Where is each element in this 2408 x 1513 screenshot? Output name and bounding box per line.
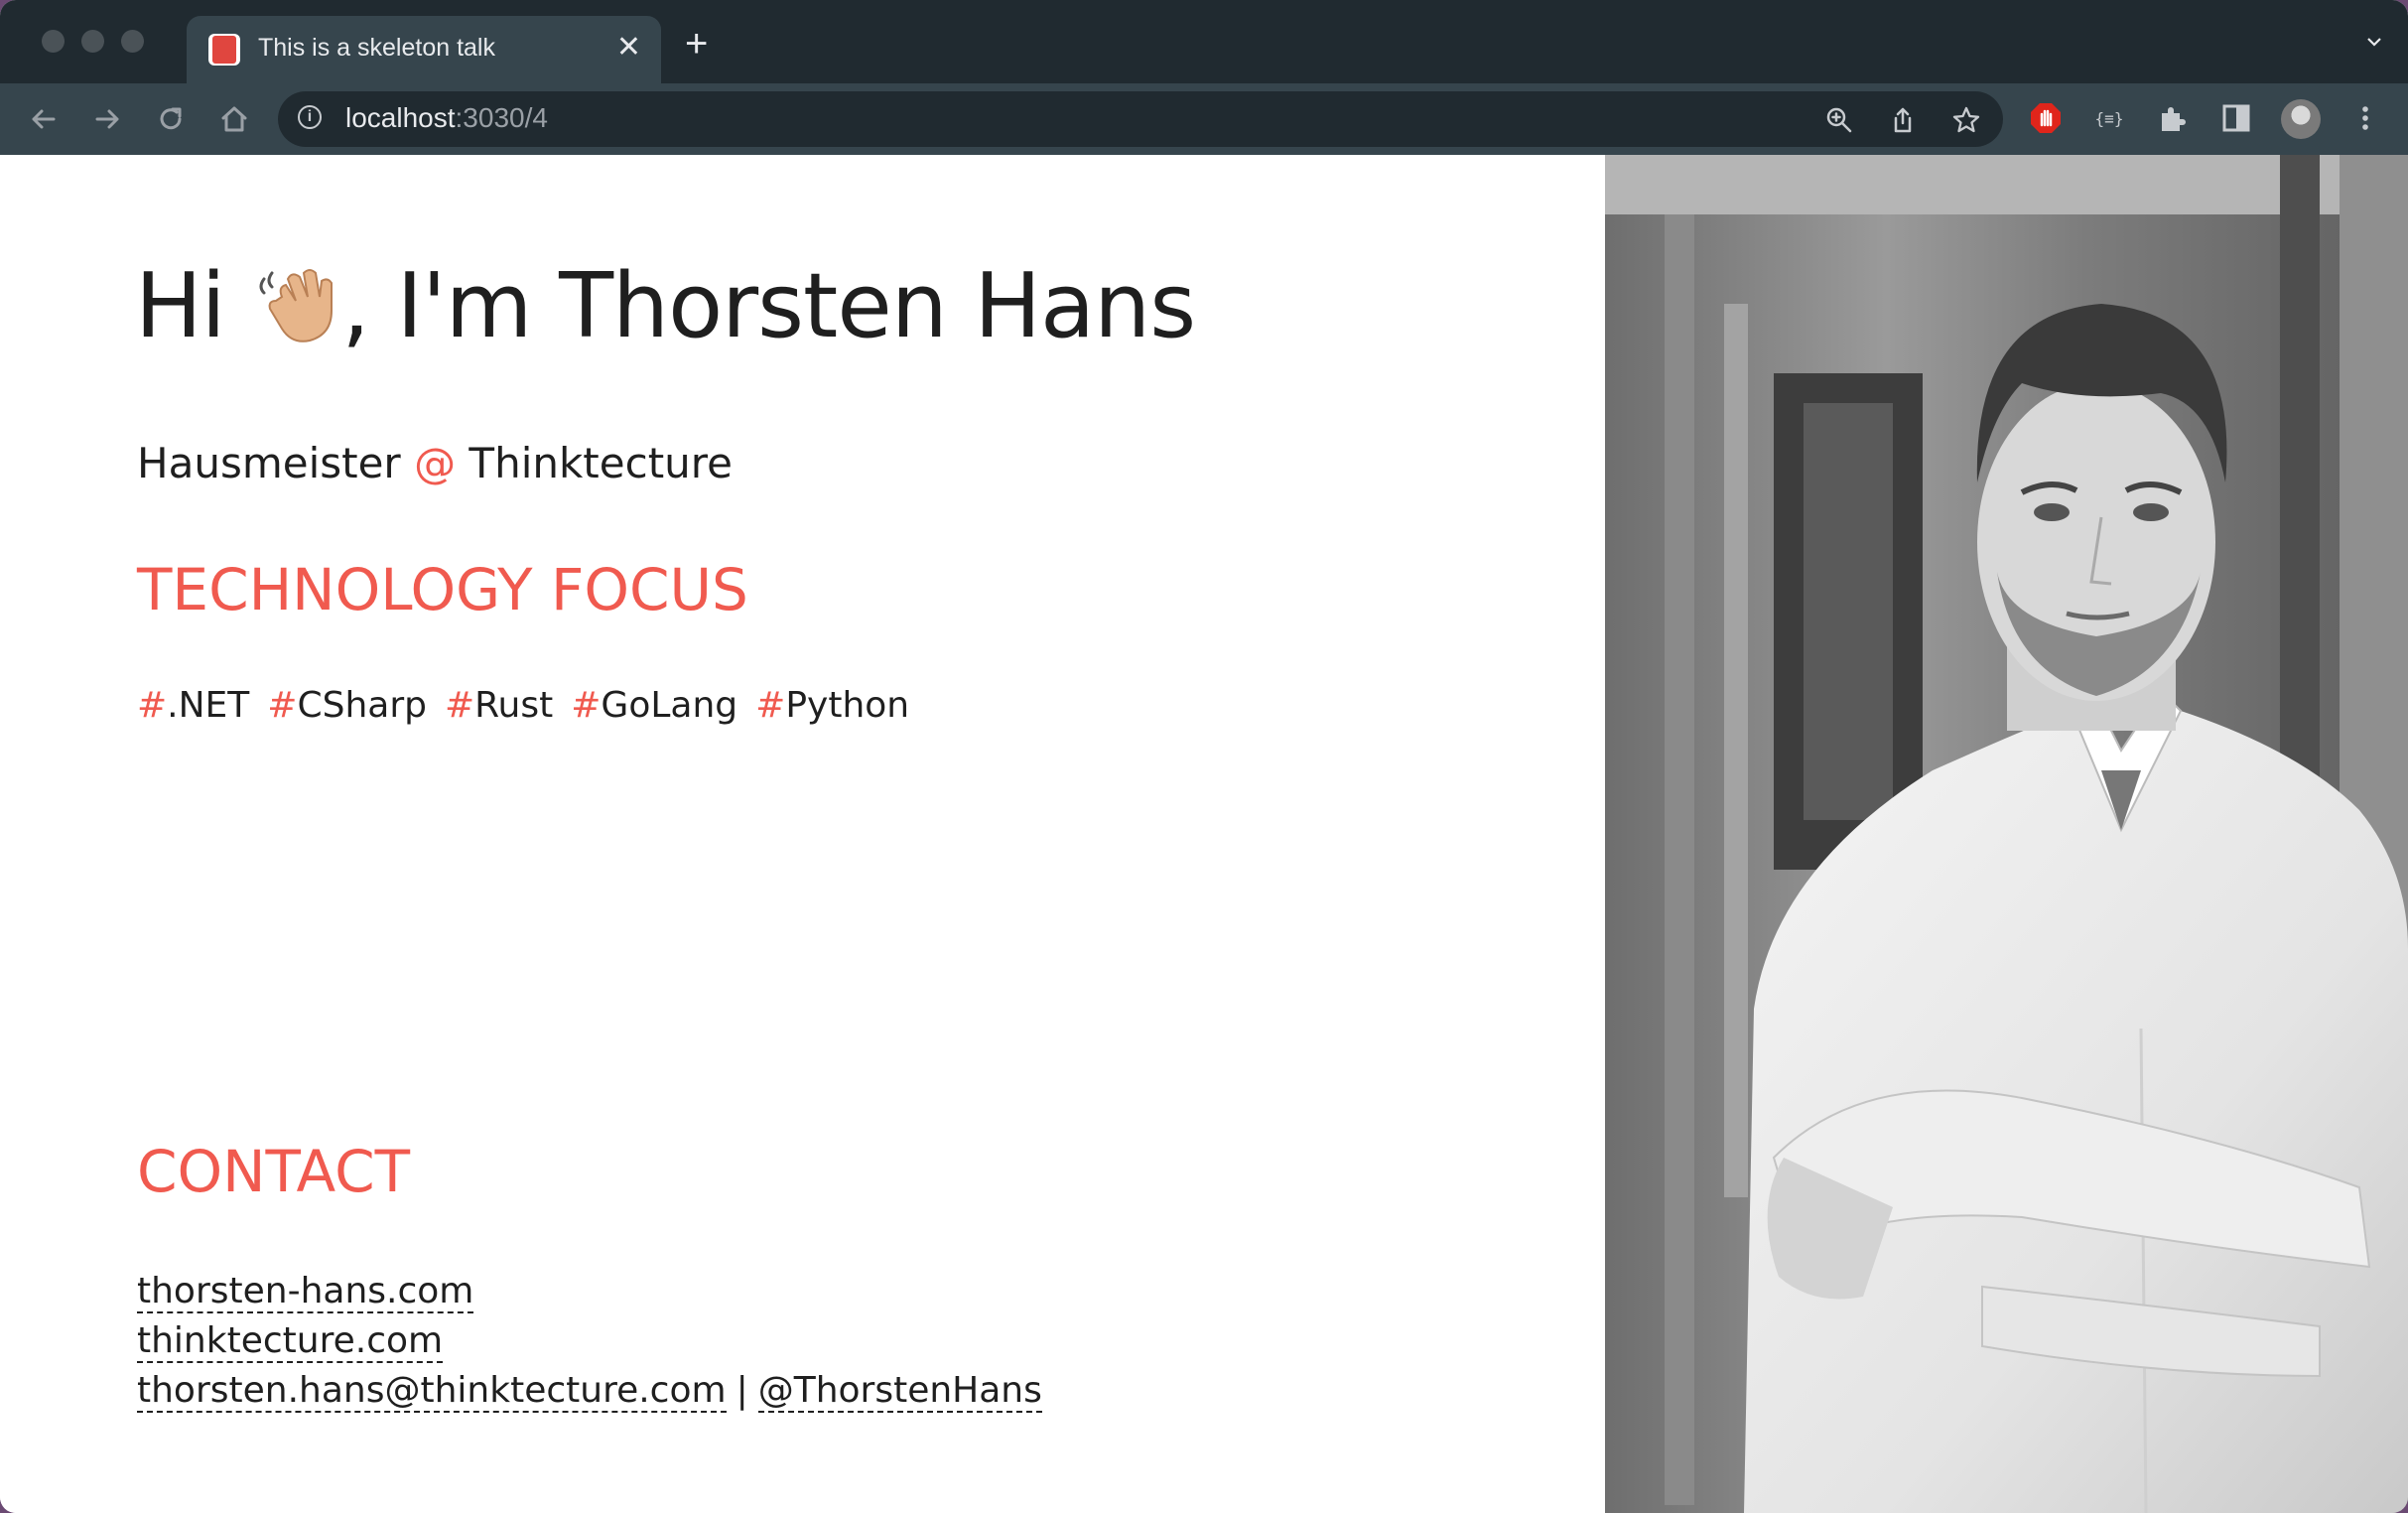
browser-window: This is a skeleton talk ✕ + i localhost:… xyxy=(0,0,2408,1513)
tab-search-chevron-icon[interactable] xyxy=(2366,34,2382,50)
site-info-icon[interactable]: i xyxy=(298,105,322,129)
share-icon[interactable] xyxy=(1888,105,1918,135)
slide-heading: Hi , I'm Thorsten Hans xyxy=(135,254,1196,358)
svg-text:{≡}: {≡} xyxy=(2095,109,2124,128)
active-tab[interactable]: This is a skeleton talk ✕ xyxy=(187,16,661,83)
greeting-post: , I'm Thorsten Hans xyxy=(341,254,1196,358)
more-menu-icon[interactable] xyxy=(2348,101,2382,135)
address-bar[interactable]: i localhost:3030/4 xyxy=(278,91,2003,147)
window-close-dot[interactable] xyxy=(42,30,65,53)
tag-dotnet: #.NET xyxy=(137,685,250,726)
slide-page: Hi , I'm Thorsten Hans Hausmeister @ Thi… xyxy=(0,155,2408,1513)
role-text: Hausmeister xyxy=(137,439,415,487)
greeting-pre: Hi xyxy=(135,254,253,358)
extensions-puzzle-icon[interactable] xyxy=(2156,101,2190,135)
url-host: localhost xyxy=(345,102,456,133)
tab-close-icon[interactable]: ✕ xyxy=(616,32,641,64)
favicon-icon xyxy=(208,34,240,66)
waving-hand-icon xyxy=(259,269,334,343)
at-symbol: @ xyxy=(414,439,457,487)
side-panel-icon[interactable] xyxy=(2219,101,2253,135)
toolbar: i localhost:3030/4 {≡} xyxy=(0,83,2408,155)
tag-rust: #Rust xyxy=(444,685,554,726)
technology-tags: #.NET #CSharp #Rust #GoLang #Python xyxy=(137,685,927,726)
bookmark-star-icon[interactable] xyxy=(1951,105,1981,135)
json-viewer-extension-icon[interactable]: {≡} xyxy=(2092,101,2126,135)
url-text[interactable]: localhost:3030/4 xyxy=(345,102,548,134)
reload-icon[interactable] xyxy=(153,101,189,137)
tab-title: This is a skeleton talk xyxy=(258,34,495,62)
company-text: Thinktecture xyxy=(456,439,733,487)
twitter-link[interactable]: @ThorstenHans xyxy=(757,1370,1042,1413)
window-zoom-dot[interactable] xyxy=(121,30,144,53)
window-minimize-dot[interactable] xyxy=(81,30,104,53)
contact-separator: | xyxy=(736,1370,748,1411)
zoom-icon[interactable] xyxy=(1824,105,1854,135)
contact-title: CONTACT xyxy=(137,1138,411,1205)
tag-csharp: #CSharp xyxy=(267,685,427,726)
url-path: :3030/4 xyxy=(455,102,548,133)
speaker-photo xyxy=(1605,155,2408,1513)
website-link[interactable]: thorsten-hans.com xyxy=(137,1271,474,1313)
email-link[interactable]: thorsten.hans@thinktecture.com xyxy=(137,1370,727,1413)
technology-focus-title: TECHNOLOGY FOCUS xyxy=(137,556,748,623)
adblock-extension-icon[interactable] xyxy=(2029,101,2063,135)
tag-python: #Python xyxy=(755,685,910,726)
role-line: Hausmeister @ Thinktecture xyxy=(137,439,733,487)
back-arrow-icon[interactable] xyxy=(26,101,62,137)
tag-golang: #GoLang xyxy=(571,685,738,726)
contact-list: thorsten-hans.com thinktecture.com thors… xyxy=(137,1267,1042,1416)
profile-avatar[interactable] xyxy=(2281,99,2321,139)
home-icon[interactable] xyxy=(216,101,252,137)
new-tab-button[interactable]: + xyxy=(685,24,708,64)
forward-arrow-icon[interactable] xyxy=(89,101,125,137)
tab-strip: This is a skeleton talk ✕ + xyxy=(0,0,2408,83)
company-link[interactable]: thinktecture.com xyxy=(137,1320,444,1363)
speaker-portrait-image xyxy=(1605,155,2408,1513)
